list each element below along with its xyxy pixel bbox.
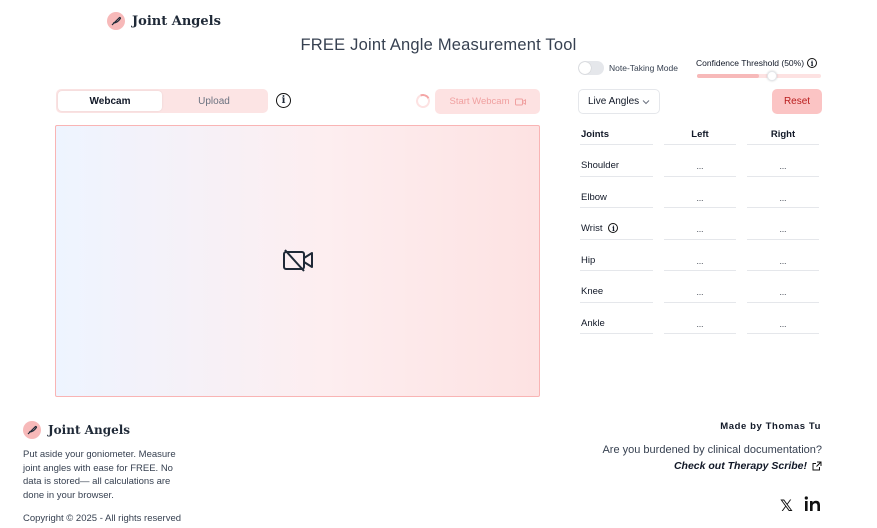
right-angle: ...	[779, 193, 787, 203]
column-header-left: Left	[691, 129, 709, 140]
linkedin-icon[interactable]	[804, 496, 822, 512]
info-icon[interactable]: i	[807, 58, 818, 68]
page-title: FREE Joint Angle Measurement Tool	[300, 36, 577, 54]
column-header-joints: Joints	[581, 129, 609, 140]
source-tabs: Webcam Upload	[56, 89, 268, 113]
therapy-scribe-link[interactable]: Check out Therapy Scribe!	[674, 460, 822, 472]
slider-fill	[697, 74, 759, 78]
feather-icon	[107, 12, 125, 30]
table-row: Shoulder ... ...	[580, 145, 822, 177]
joint-name: Wrist	[581, 223, 603, 234]
copyright-text: Copyright © 2025 - All rights reserved	[23, 513, 182, 524]
joint-name: Shoulder	[581, 160, 620, 171]
column-header-right: Right	[770, 129, 796, 140]
camera-off-icon	[283, 249, 313, 272]
footer-brand-name: Joint Angels	[48, 423, 131, 437]
reset-button[interactable]: Reset	[772, 89, 822, 114]
joint-name: Ankle	[581, 317, 605, 329]
made-by-text: Made by Thomas Tu	[720, 421, 821, 432]
footer-logo[interactable]: Joint Angels	[23, 421, 130, 439]
right-angle: ...	[779, 319, 787, 329]
table-row: Ankle ... ...	[580, 303, 822, 334]
angles-mode-value: Live Angles	[588, 96, 640, 107]
threshold-label-text: Confidence Threshold (50%)	[696, 58, 805, 68]
right-angle: ...	[779, 288, 787, 297]
joint-name-wrist: Wrist i	[581, 223, 654, 234]
table-row: Knee ... ...	[580, 271, 822, 303]
joint-name: Hip	[581, 254, 596, 266]
table-row: Wrist i ... ...	[580, 208, 822, 240]
footer-description: Put aside your goniometer. Measure joint…	[23, 449, 176, 501]
confidence-threshold-slider[interactable]	[697, 71, 821, 81]
start-webcam-button[interactable]: Start Webcam	[435, 89, 540, 114]
start-webcam-label: Start Webcam	[449, 96, 510, 107]
tab-webcam[interactable]: Webcam	[58, 91, 162, 111]
burden-text: Are you burdened by clinical documentati…	[602, 444, 822, 456]
note-taking-toggle[interactable]	[578, 61, 604, 75]
table-row: Elbow ... ...	[580, 177, 822, 208]
therapy-scribe-label: Check out Therapy Scribe!	[673, 460, 807, 472]
info-icon[interactable]: i	[276, 93, 291, 108]
x-social-icon[interactable]: 𝕏	[780, 496, 793, 516]
left-angle: ...	[696, 193, 704, 203]
divider	[664, 333, 736, 334]
note-taking-label: Note-Taking Mode	[609, 63, 678, 73]
divider	[747, 333, 819, 334]
table-header-row: Joints Left Right	[580, 127, 822, 145]
brand-name: Joint Angels	[132, 13, 221, 29]
video-camera-icon	[514, 98, 526, 105]
left-angle: ...	[696, 288, 704, 297]
joint-name: Elbow	[581, 191, 607, 203]
tab-upload[interactable]: Upload	[162, 91, 266, 111]
right-angle: ...	[779, 256, 787, 266]
angles-mode-select[interactable]: Live Angles	[578, 89, 660, 114]
video-preview	[55, 125, 540, 397]
feather-icon	[23, 421, 41, 439]
right-angle: ...	[779, 225, 787, 234]
left-angle: ...	[696, 256, 704, 266]
right-angle: ...	[779, 162, 787, 171]
left-angle: ...	[696, 162, 704, 171]
slider-thumb[interactable]	[767, 71, 777, 81]
threshold-label: Confidence Threshold (50%) i	[696, 58, 818, 68]
info-icon[interactable]: i	[608, 223, 619, 234]
table-row: Hip ... ...	[580, 240, 822, 271]
left-angle: ...	[696, 225, 704, 234]
header-logo[interactable]: Joint Angels	[107, 12, 221, 30]
external-link-icon	[812, 461, 822, 471]
joint-name: Knee	[581, 286, 604, 297]
angle-table: Joints Left Right Shoulder ... ... Elbow…	[580, 127, 822, 334]
loading-spinner-icon	[414, 92, 432, 110]
left-angle: ...	[696, 319, 704, 329]
divider	[580, 333, 653, 334]
chevron-down-icon	[642, 99, 650, 104]
